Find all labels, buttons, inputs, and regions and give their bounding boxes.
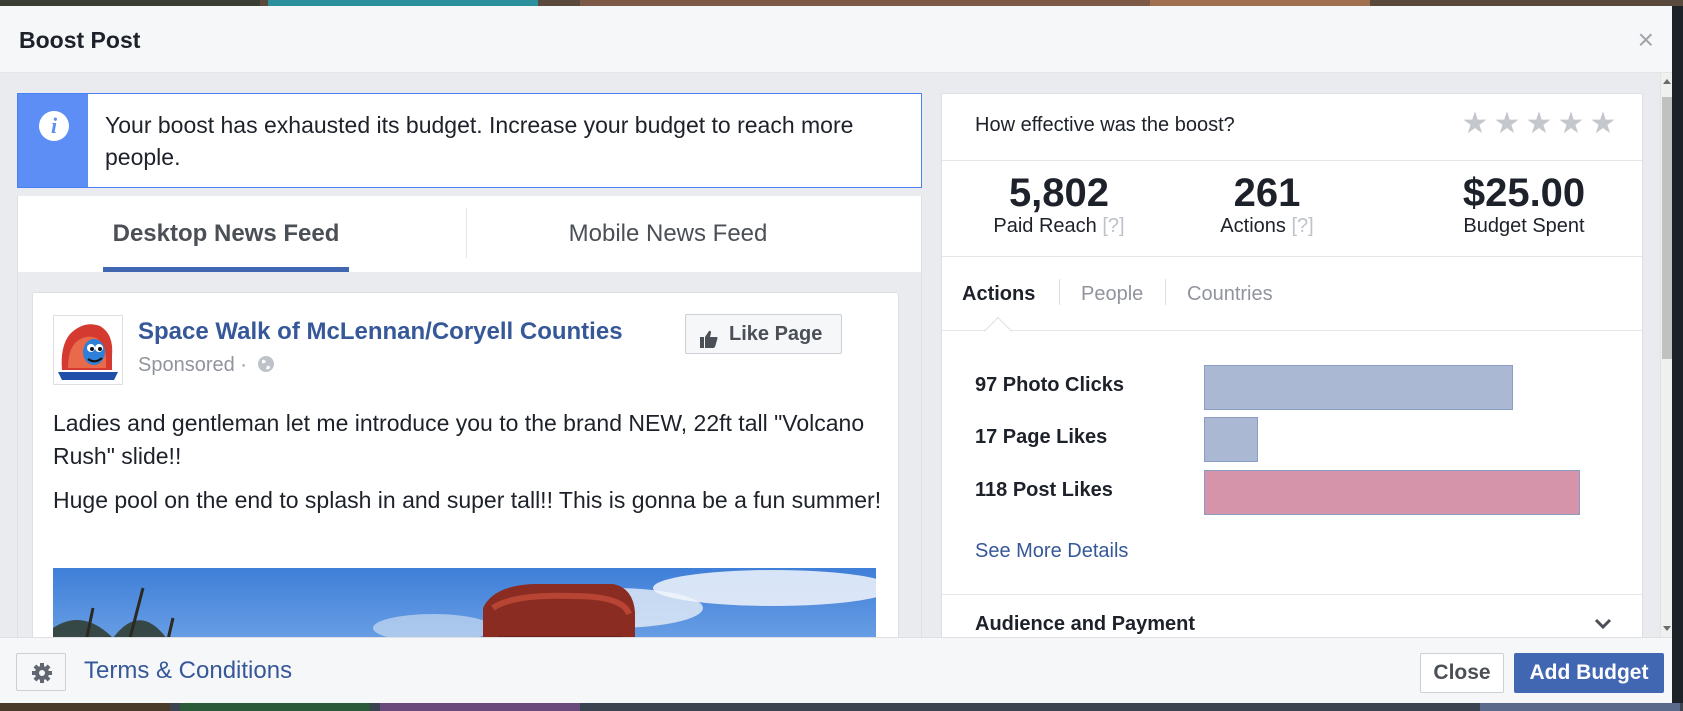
- chevron-down-icon[interactable]: [1594, 617, 1612, 635]
- star-rating: ★ ★ ★ ★ ★: [1459, 106, 1619, 141]
- sponsored-label: Sponsored ·: [138, 354, 275, 379]
- tab-label: Desktop News Feed: [112, 220, 340, 247]
- rating-row: How effective was the boost? ★ ★ ★ ★ ★: [942, 94, 1642, 161]
- rating-question: How effective was the boost?: [975, 114, 1235, 136]
- tab-separator: [1059, 279, 1060, 305]
- help-link[interactable]: [?]: [1291, 215, 1313, 237]
- boost-post-dialog: Boost Post × i Your boost has exhausted …: [0, 6, 1672, 703]
- bar-photo-clicks: [1204, 365, 1513, 410]
- add-budget-button[interactable]: Add Budget: [1514, 653, 1664, 693]
- page-name-link[interactable]: Space Walk of McLennan/Coryell Counties: [138, 318, 623, 346]
- boost-results-panel: How effective was the boost? ★ ★ ★ ★ ★ 5,802…: [941, 93, 1643, 703]
- star-icon[interactable]: ★: [1523, 106, 1555, 141]
- stat-label: Paid Reach [?]: [984, 215, 1134, 237]
- tab-separator: [1165, 279, 1166, 305]
- budget-notice: i Your boost has exhausted its budget. I…: [17, 93, 922, 188]
- sponsored-text: Sponsored ·: [138, 354, 247, 376]
- bar-post-likes: [1204, 470, 1580, 515]
- metric-label-page-likes: 17 Page Likes: [975, 426, 1108, 448]
- boost-stats: 5,802 Paid Reach [?] 261 Actions [?] $25…: [942, 161, 1642, 257]
- star-icon[interactable]: ★: [1491, 106, 1523, 141]
- dialog-header: Boost Post ×: [0, 6, 1672, 73]
- tab-countries[interactable]: Countries: [1187, 283, 1273, 306]
- tab-label: Mobile News Feed: [568, 220, 768, 247]
- metric-label-post-likes: 118 Post Likes: [975, 479, 1113, 501]
- stat-label-text: Actions: [1220, 215, 1286, 237]
- stat-value: 261: [1233, 171, 1301, 215]
- audience-label: Audience and Payment: [975, 613, 1196, 635]
- stat-budget-spent: $25.00 Budget Spent: [1454, 171, 1594, 237]
- stat-label: Actions [?]: [1207, 215, 1327, 237]
- tab-people[interactable]: People: [1081, 283, 1143, 306]
- stat-label-text: Paid Reach: [993, 215, 1097, 237]
- like-page-button[interactable]: Like Page: [685, 314, 842, 354]
- settings-button[interactable]: [16, 653, 66, 691]
- help-link[interactable]: [?]: [1102, 215, 1124, 237]
- notice-icon-panel: i: [18, 94, 88, 187]
- notice-text: Your boost has exhausted its budget. Inc…: [105, 112, 854, 170]
- dialog-footer: Terms & Conditions Close Add Budget: [0, 637, 1672, 703]
- stat-paid-reach: 5,802 Paid Reach [?]: [984, 171, 1134, 237]
- globe-icon: [257, 355, 275, 379]
- close-icon[interactable]: ×: [1638, 26, 1654, 54]
- preview-tabs: Desktop News Feed Mobile News Feed: [17, 196, 922, 272]
- results-tabs: Actions People Countries: [942, 257, 1642, 346]
- active-tab-caret: [983, 316, 1013, 346]
- scroll-down-arrow-icon[interactable]: [1663, 626, 1671, 631]
- page-avatar[interactable]: [53, 315, 123, 385]
- info-icon: i: [39, 111, 69, 141]
- tab-actions[interactable]: Actions: [962, 283, 1035, 306]
- thumbs-up-icon: [699, 324, 719, 362]
- star-icon[interactable]: ★: [1587, 106, 1619, 141]
- close-button[interactable]: Close: [1420, 653, 1504, 693]
- scroll-up-arrow-icon[interactable]: [1663, 79, 1671, 84]
- tab-mobile-news-feed[interactable]: Mobile News Feed: [538, 196, 798, 272]
- tab-divider: [466, 208, 467, 258]
- backdrop-bottom: [0, 703, 1683, 711]
- tab-desktop-news-feed[interactable]: Desktop News Feed: [103, 196, 349, 272]
- metric-label-photo-clicks: 97 Photo Clicks: [975, 374, 1124, 396]
- dialog-title: Boost Post: [19, 27, 141, 53]
- stat-label: Budget Spent: [1463, 215, 1585, 237]
- post-body: Ladies and gentleman let me introduce yo…: [53, 407, 883, 528]
- terms-link[interactable]: Terms & Conditions: [84, 657, 292, 685]
- star-icon[interactable]: ★: [1555, 106, 1587, 141]
- see-more-details-link[interactable]: See More Details: [975, 540, 1128, 563]
- post-paragraph: Huge pool on the end to splash in and su…: [53, 487, 882, 513]
- like-page-label: Like Page: [729, 323, 823, 345]
- scrollbar-thumb[interactable]: [1662, 97, 1672, 359]
- stat-value: $25.00: [1462, 171, 1586, 215]
- star-icon[interactable]: ★: [1459, 106, 1491, 141]
- stat-value: 5,802: [1008, 171, 1110, 215]
- scrollbar[interactable]: [1660, 73, 1672, 637]
- post-paragraph: Ladies and gentleman let me introduce yo…: [53, 410, 865, 469]
- stat-actions: 261 Actions [?]: [1207, 171, 1327, 237]
- bar-page-likes: [1204, 417, 1258, 462]
